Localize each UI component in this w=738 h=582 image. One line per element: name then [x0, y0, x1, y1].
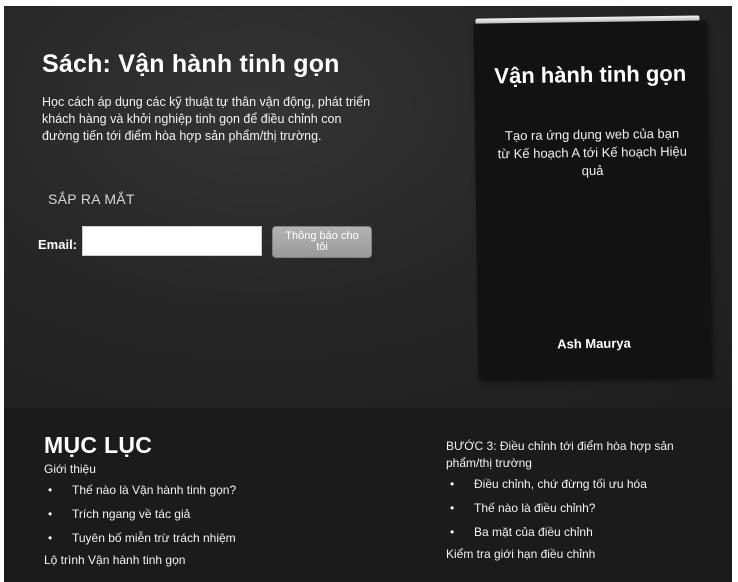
toc-item: • Thế nào là điều chỉnh?	[450, 501, 596, 515]
toc-right-column: BƯỚC 3: Điều chỉnh tới điểm hòa hợp sản …	[446, 438, 716, 562]
book-cover-title: Vận hành tinh gọn	[494, 60, 687, 89]
coming-soon-label: SẮP RA MẮT	[48, 191, 135, 207]
toc-item: • Ba mặt của điều chỉnh	[450, 525, 593, 539]
page-frame: Sách: Vận hành tinh gọn Học cách áp dụng…	[4, 6, 732, 582]
toc-item: • Trích ngang về tác giả	[48, 507, 191, 521]
toc-left-column: Giới thiệu • Thế nào là Vận hành tinh gọn…	[44, 461, 424, 568]
book-page-edge	[475, 15, 700, 24]
toc-heading: MỤC LỤC	[44, 432, 153, 458]
page-title: Sách: Vận hành tinh gọn	[42, 50, 340, 78]
toc-section-title: BƯỚC 3: Điều chỉnh tới điểm hòa hợp sản …	[446, 439, 674, 470]
toc-section-title: Lộ trình Vận hành tinh gọn	[44, 553, 186, 567]
toc-section-title: Kiểm tra giới hạn điều chỉnh	[446, 547, 596, 561]
bullet-icon: •	[450, 501, 455, 515]
toc-item: • Điều chỉnh, chứ đừng tối ưu hóa	[450, 477, 647, 491]
toc-section-title: Giới thiệu	[44, 462, 96, 476]
book-cover-author: Ash Maurya	[557, 335, 631, 352]
toc-list: • Điều chỉnh, chứ đừng tối ưu hóa • Thế nà…	[446, 476, 716, 540]
bullet-icon: •	[48, 531, 53, 545]
table-of-contents: MỤC LỤC Giới thiệu • Thế nào là Vận hành …	[4, 408, 732, 582]
bullet-icon: •	[450, 525, 455, 539]
bullet-icon: •	[48, 483, 53, 497]
email-input[interactable]	[82, 226, 262, 256]
book-description: Học cách áp dụng các kỹ thuật tự thân vậ…	[42, 95, 371, 143]
book-cover: Vận hành tinh gọn Tạo ra ứng dụng web củ…	[473, 15, 711, 380]
bullet-icon: •	[48, 507, 53, 521]
toc-item: • Tuyên bố miễn trừ trách nhiệm	[48, 531, 236, 545]
toc-list: • Thế nào là Vận hành tinh gọn? • Trích ng…	[44, 482, 424, 546]
book-cover-subtitle: Tạo ra ứng dụng web của bạn từ Kế hoạch …	[497, 125, 688, 179]
notify-me-button[interactable]: Thông báo cho tôi	[272, 226, 372, 258]
email-label: Email:	[38, 237, 78, 252]
hero-section: Sách: Vận hành tinh gọn Học cách áp dụng…	[4, 6, 732, 408]
bullet-icon: •	[450, 477, 455, 491]
toc-item: • Thế nào là Vận hành tinh gọn?	[48, 483, 237, 497]
